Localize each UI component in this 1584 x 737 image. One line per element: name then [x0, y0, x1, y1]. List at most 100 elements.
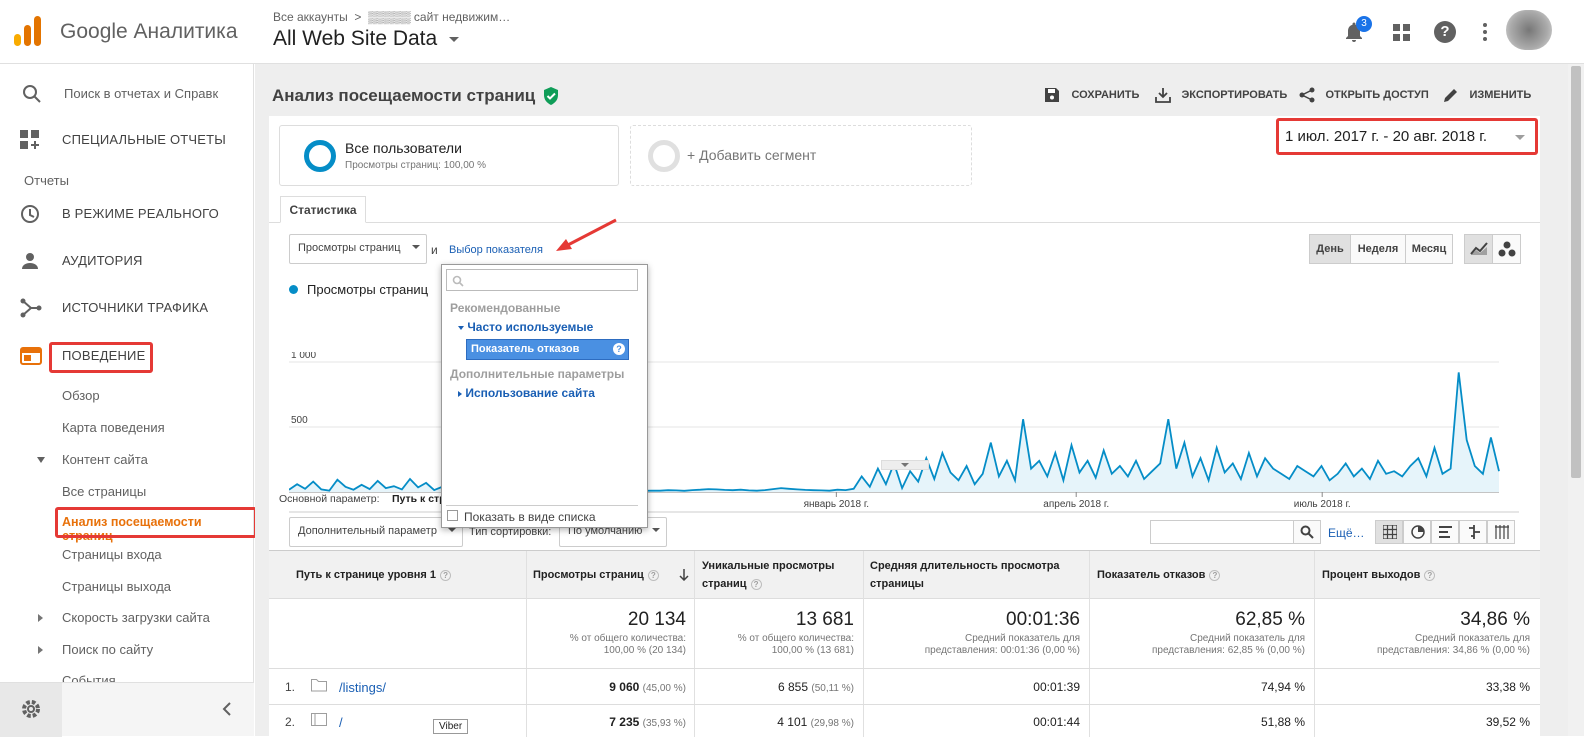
view-performance-button[interactable]	[1431, 520, 1459, 544]
pie-chart-icon	[1411, 525, 1425, 539]
col-header-avg-time[interactable]: Средняя длительность просмотра страницы	[870, 557, 1085, 593]
primary-dimension-value[interactable]: Путь к стр	[392, 493, 446, 505]
table-search-button[interactable]	[1293, 520, 1321, 544]
col-header-path[interactable]: Путь к странице уровня 1?	[296, 566, 452, 584]
highlight-behavior-box	[49, 342, 153, 373]
col-header-unique-pageviews[interactable]: Уникальные просмотры страниц?	[702, 557, 862, 593]
metric-option-bounce-rate[interactable]: Показатель отказов ?	[466, 339, 629, 360]
line-chart-button[interactable]	[1464, 234, 1493, 264]
share-button[interactable]: ОТКРЫТЬ ДОСТУП	[1299, 86, 1429, 106]
chart-collapse-handle[interactable]	[881, 460, 929, 470]
sidebar-item-site-search[interactable]: Поиск по сайту	[62, 642, 153, 657]
help-circle-icon[interactable]: ?	[750, 578, 762, 590]
total-pageviews-sub: % от общего количества: 100,00 % (20 134)	[569, 633, 686, 656]
view-selector[interactable]: All Web Site Data	[273, 27, 460, 51]
show-as-list-checkbox[interactable]	[447, 510, 458, 521]
help-circle-icon[interactable]: ?	[613, 343, 625, 355]
row-path-link[interactable]: /listings/	[339, 680, 386, 695]
sidebar-item-overview[interactable]: Обзор	[62, 388, 100, 403]
group-frequent[interactable]: Часто используемые	[458, 320, 593, 334]
collapse-chevron-icon[interactable]	[222, 702, 232, 716]
sidebar-search-input[interactable]: Поиск в отчетах и Справк	[64, 86, 218, 101]
view-pivot-button[interactable]	[1487, 520, 1515, 544]
download-icon	[1155, 87, 1171, 103]
period-month-button[interactable]: Месяц	[1405, 234, 1453, 264]
sidebar-item-exit-pages[interactable]: Страницы выхода	[62, 579, 171, 594]
sidebar: Поиск в отчетах и Справк СПЕЦИАЛЬНЫЕ ОТЧ…	[0, 64, 257, 737]
verified-shield-icon	[543, 87, 559, 105]
row-pageviews: 7 235 (35,93 %)	[609, 715, 686, 729]
total-avg-time-sub: Средний показатель для представления: 00:…	[924, 633, 1080, 656]
sidebar-item-realtime[interactable]: В РЕЖИМЕ РЕАЛЬНОГО	[0, 194, 254, 234]
col-header-pageviews[interactable]: Просмотры страниц?	[533, 566, 659, 584]
date-range-text: 1 июл. 2017 г. - 20 авг. 2018 г.	[1285, 128, 1488, 145]
metric-select[interactable]: Просмотры страниц	[289, 234, 427, 264]
metric-search-input[interactable]	[446, 269, 638, 291]
row-bounce-rate: 51,88 %	[1260, 715, 1305, 729]
x-tick-label: июль 2018 г.	[1294, 499, 1351, 510]
motion-chart-button[interactable]	[1492, 234, 1521, 264]
segment-name: Все пользователи	[345, 140, 462, 156]
choose-metric-link[interactable]: Выбор показателя	[449, 244, 543, 256]
view-table-button[interactable]	[1375, 520, 1403, 544]
top-bar: Google Аналитика Все аккаунты > ▒▒▒▒▒ са…	[0, 0, 1584, 64]
sidebar-item-all-pages[interactable]: Все страницы	[62, 484, 146, 499]
sidebar-item-behavior-flow[interactable]: Карта поведения	[62, 420, 165, 435]
table-row[interactable]: 1. /listings/ 9 060 (45,00 %) 6 855 (50,…	[269, 669, 1540, 705]
more-vert-icon[interactable]	[1482, 22, 1488, 42]
settings-gear-icon[interactable]	[0, 683, 62, 737]
sidebar-item-custom-reports[interactable]: СПЕЦИАЛЬНЫЕ ОТЧЕТЫ	[0, 120, 254, 160]
period-day-button[interactable]: День	[1309, 234, 1351, 264]
save-button[interactable]: СОХРАНИТЬ	[1045, 86, 1139, 106]
chart-legend-label: Просмотры страниц	[307, 282, 429, 297]
period-week-button[interactable]: Неделя	[1350, 234, 1406, 264]
help-circle-icon[interactable]: ?	[1424, 569, 1436, 581]
date-range-picker[interactable]: 1 июл. 2017 г. - 20 авг. 2018 г.	[1276, 118, 1538, 155]
legend-dot	[289, 285, 298, 294]
expand-right-icon[interactable]	[38, 646, 43, 654]
sidebar-item-site-speed[interactable]: Скорость загрузки сайта	[62, 610, 210, 625]
add-segment-card[interactable]: + Добавить сегмент	[630, 125, 972, 186]
total-bounce-rate: 62,85 %	[1235, 609, 1305, 630]
y-tick-label: 1 000	[291, 352, 316, 361]
avatar[interactable]	[1506, 10, 1552, 50]
line-chart-icon	[1469, 242, 1488, 255]
total-exit-rate: 34,86 %	[1460, 609, 1530, 630]
sidebar-item-events[interactable]: События	[62, 674, 116, 682]
sidebar-item-site-content[interactable]: Контент сайта	[62, 452, 148, 467]
analytics-logo-icon[interactable]	[14, 16, 42, 46]
expand-down-icon[interactable]	[37, 457, 45, 463]
help-icon[interactable]: ?	[1434, 21, 1456, 43]
show-as-list-label[interactable]: Показать в виде списка	[464, 510, 596, 524]
sort-desc-arrow-icon[interactable]	[679, 568, 689, 582]
page-scrollbar-thumb[interactable]	[1571, 66, 1581, 478]
row-path-link[interactable]: /	[339, 715, 343, 730]
sidebar-item-audience[interactable]: АУДИТОРИЯ	[0, 241, 254, 281]
sidebar-item-acquisition[interactable]: ИСТОЧНИКИ ТРАФИКА	[0, 288, 254, 328]
col-header-exit-rate[interactable]: Процент выходов?	[1322, 566, 1436, 584]
pencil-icon	[1444, 88, 1457, 102]
segment-card-all-users[interactable]: Все пользователи Просмотры страниц: 100,…	[279, 125, 619, 186]
tab-statistics[interactable]: Статистика	[280, 196, 366, 223]
apps-grid-icon[interactable]	[1393, 24, 1411, 42]
more-link[interactable]: Ещё…	[1328, 526, 1365, 540]
help-circle-icon[interactable]: ?	[440, 569, 452, 581]
group-site-usage[interactable]: Использование сайта	[458, 386, 595, 400]
help-circle-icon[interactable]: ?	[647, 569, 659, 581]
col-header-bounce-rate[interactable]: Показатель отказов?	[1097, 566, 1221, 584]
secondary-dimension-select[interactable]: Дополнительный параметр	[289, 517, 463, 547]
pivot-icon	[1495, 525, 1509, 539]
table-search-input[interactable]	[1150, 520, 1294, 544]
expand-right-icon[interactable]	[38, 614, 43, 622]
edit-button[interactable]: ИЗМЕНИТЬ	[1443, 86, 1531, 106]
view-comparison-button[interactable]	[1459, 520, 1487, 544]
help-circle-icon[interactable]: ?	[1209, 569, 1221, 581]
view-pie-button[interactable]	[1403, 520, 1431, 544]
dropdown-arrow-icon	[1515, 135, 1525, 140]
account-breadcrumb[interactable]: Все аккаунты > ▒▒▒▒▒ сайт недвижим…	[273, 10, 510, 24]
total-exit-sub: Средний показатель для представления: 34,…	[1376, 633, 1530, 656]
export-button[interactable]: ЭКСПОРТИРОВАТЬ	[1155, 86, 1287, 106]
search-icon[interactable]	[22, 84, 42, 104]
sidebar-item-landing-pages[interactable]: Страницы входа	[62, 547, 162, 562]
dropdown-arrow-icon	[448, 528, 456, 532]
